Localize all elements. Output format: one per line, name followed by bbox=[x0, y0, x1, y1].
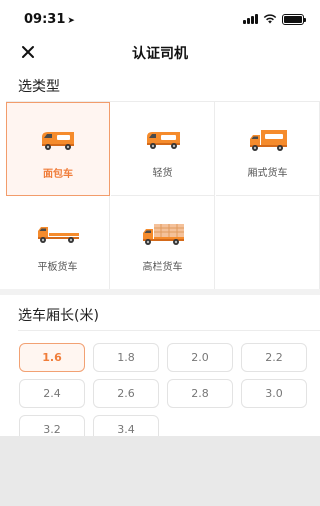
section-divider bbox=[0, 289, 320, 295]
cellular-signal-icon bbox=[243, 14, 258, 24]
length-option-chip[interactable]: 3.0 bbox=[241, 379, 307, 408]
status-bar: 09:31 ➤ bbox=[0, 0, 320, 38]
location-arrow-icon: ➤ bbox=[67, 16, 75, 26]
length-option-chip[interactable]: 2.8 bbox=[167, 379, 233, 408]
vehicle-type-high-rail-truck[interactable]: 高栏货车 bbox=[111, 196, 215, 290]
vehicle-type-label: 高栏货车 bbox=[142, 262, 183, 273]
wifi-icon bbox=[263, 14, 277, 24]
length-option-chip[interactable]: 2.4 bbox=[19, 379, 85, 408]
high-rail-truck-icon bbox=[142, 224, 184, 245]
length-option-chip[interactable]: 1.8 bbox=[93, 343, 159, 372]
battery-icon bbox=[282, 13, 306, 25]
status-icons bbox=[243, 13, 306, 25]
vehicle-type-light-truck[interactable]: 轻货 bbox=[111, 102, 215, 196]
vehicle-type-minivan[interactable]: 面包车 bbox=[6, 102, 110, 196]
vehicle-type-label: 平板货车 bbox=[37, 262, 78, 273]
vehicle-type-flatbed-truck[interactable]: 平板货车 bbox=[6, 196, 110, 290]
status-time: 09:31 bbox=[24, 12, 66, 27]
vehicle-type-label: 轻货 bbox=[152, 168, 173, 179]
nav-bar: 认证司机 bbox=[0, 38, 320, 66]
vehicle-type-grid: 面包车 轻货 厢式货车 平板货车 高栏货车 bbox=[6, 101, 320, 290]
vehicle-type-box-truck[interactable]: 厢式货车 bbox=[216, 102, 320, 196]
length-option-chip[interactable]: 2.6 bbox=[93, 379, 159, 408]
length-option-chip[interactable]: 1.6 bbox=[19, 343, 85, 372]
bottom-gray-area bbox=[0, 436, 320, 506]
light-truck-icon bbox=[146, 132, 180, 149]
vehicle-type-label: 面包车 bbox=[43, 169, 73, 180]
flatbed-truck-icon bbox=[37, 227, 79, 243]
length-option-chip[interactable]: 2.0 bbox=[167, 343, 233, 372]
section-underline bbox=[18, 330, 320, 331]
length-option-chip[interactable]: 2.2 bbox=[241, 343, 307, 372]
page-title: 认证司机 bbox=[132, 46, 188, 62]
cargo-length-section-label: 选车厢长(米) bbox=[18, 308, 99, 324]
vehicle-type-label: 厢式货车 bbox=[247, 168, 288, 179]
box-truck-icon bbox=[249, 130, 287, 151]
minivan-icon bbox=[42, 132, 74, 150]
empty-grid-cell bbox=[216, 196, 320, 290]
vehicle-type-section-label: 选类型 bbox=[18, 79, 60, 95]
